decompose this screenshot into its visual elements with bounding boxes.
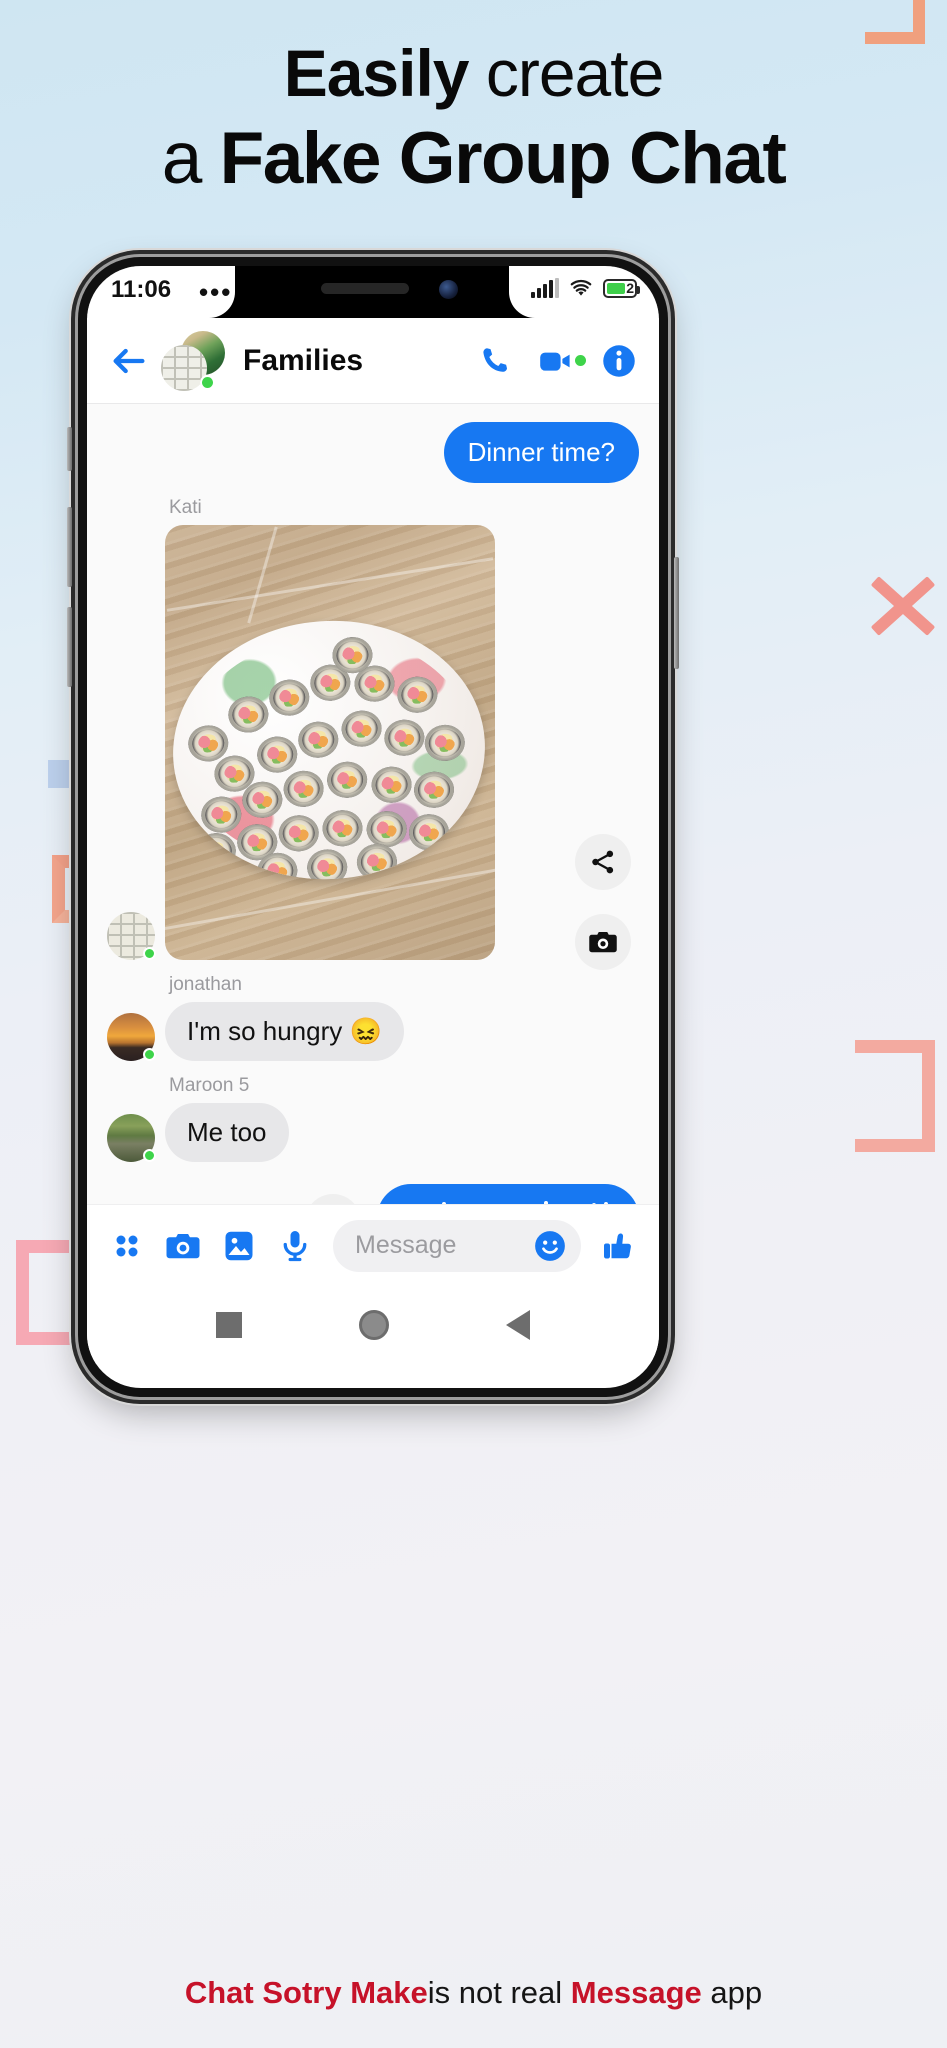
phone-mockup: 11:06 ••• 2 Families Dinner time? Kati j… [67, 257, 679, 1397]
sender-name-kati: Kati [169, 497, 202, 518]
decor-pink-box-right [855, 1040, 935, 1152]
message-bubble-incoming-2[interactable]: Me too [165, 1103, 289, 1162]
message-row-outgoing: Dinner time? [107, 422, 639, 483]
triangle-back-icon[interactable] [506, 1310, 531, 1340]
message-row-incoming-1: I'm so hungry 😖 [107, 1002, 639, 1061]
back-arrow-icon[interactable] [109, 341, 149, 381]
gallery-image-icon[interactable] [221, 1228, 257, 1264]
status-bar: 11:06 ••• 2 [87, 266, 659, 318]
decor-corner-top-right [865, 0, 925, 44]
headline-line-1: Easily create [0, 40, 947, 106]
footer-disclaimer: Chat Sotry Makeis not real Message app [0, 1975, 947, 2011]
video-camera-icon[interactable] [539, 343, 586, 379]
chat-title: Families [243, 343, 364, 377]
message-photo[interactable] [165, 525, 495, 960]
phone-power-button [674, 557, 679, 669]
page-title: Easily create a Fake Group Chat [0, 40, 947, 195]
share-icon-voice[interactable] [305, 1194, 361, 1204]
battery-charging-icon: 2 [603, 278, 640, 298]
microphone-icon[interactable] [277, 1228, 313, 1264]
screenshot-root: Easily create a Fake Group Chat 11:06 ••… [0, 0, 947, 2048]
online-status-dot [200, 374, 215, 390]
front-camera-icon [439, 280, 458, 299]
square-recents-icon[interactable] [215, 1312, 242, 1338]
info-icon[interactable] [601, 343, 637, 379]
voice-message-bubble[interactable]: 0:58 [377, 1184, 639, 1204]
footer-middle: is not real [427, 1975, 563, 2010]
sender-name-maroon5: Maroon 5 [169, 1075, 250, 1096]
phone-screen: 11:06 ••• 2 Families Dinner time? Kati j… [87, 266, 659, 1388]
headline-light-a: a [161, 118, 203, 199]
phone-icon[interactable] [477, 343, 513, 379]
message-bubble-incoming-1[interactable]: I'm so hungry 😖 [165, 1002, 404, 1061]
message-input[interactable]: Message [333, 1219, 581, 1272]
footer-tail: app [710, 1975, 763, 2010]
battery-percent-label: 2 [626, 279, 634, 296]
thumbs-up-icon[interactable] [601, 1228, 637, 1264]
message-row-photo [107, 525, 639, 960]
camera-icon[interactable] [165, 1228, 201, 1264]
photo-side-actions [575, 834, 631, 970]
signal-bars-icon [531, 278, 559, 298]
footer-brand-2: Message [570, 1975, 702, 2010]
headline-bold-easily: Easily [283, 36, 470, 110]
message-input-bar: Message [87, 1204, 659, 1286]
message-bubble-outgoing[interactable]: Dinner time? [443, 422, 639, 483]
earpiece-speaker [321, 283, 409, 294]
share-icon-photo[interactable] [575, 834, 631, 890]
avatar-jonathan[interactable] [107, 1013, 156, 1061]
android-navigation-bar [87, 1286, 659, 1364]
circle-home-icon[interactable] [358, 1310, 389, 1340]
headline-bold-fake-group-chat: Fake Group Chat [219, 118, 787, 199]
headline-light-create: create [485, 36, 664, 110]
status-time: 11:06 [111, 276, 172, 303]
smiley-face-icon[interactable] [533, 1229, 567, 1263]
message-placeholder: Message [355, 1231, 457, 1259]
phone-volume-up-button [67, 507, 72, 587]
message-row-voice: 0:58 [107, 1184, 639, 1204]
phone-volume-down-button [67, 607, 72, 687]
group-avatar[interactable] [161, 330, 225, 391]
avatar-maroon5[interactable] [107, 1114, 156, 1162]
wifi-icon [570, 279, 592, 296]
message-row-incoming-2: Me too [107, 1103, 639, 1162]
decor-x-mark-right [859, 560, 936, 650]
avatar-kati[interactable] [107, 912, 156, 960]
chat-header: Families [87, 318, 659, 404]
camera-icon-photo[interactable] [575, 914, 631, 970]
audio-waveform [442, 1200, 614, 1204]
status-more-dots-icon: ••• [199, 277, 233, 307]
message-list[interactable]: Dinner time? Kati jonathan I'm so hungry… [87, 404, 659, 1204]
footer-brand: Chat Sotry Make [184, 1975, 428, 2010]
apps-grid-icon[interactable] [109, 1228, 145, 1264]
headline-line-2: a Fake Group Chat [0, 122, 947, 195]
sender-name-jonathan-1: jonathan [169, 974, 242, 995]
phone-mute-switch [67, 427, 72, 471]
